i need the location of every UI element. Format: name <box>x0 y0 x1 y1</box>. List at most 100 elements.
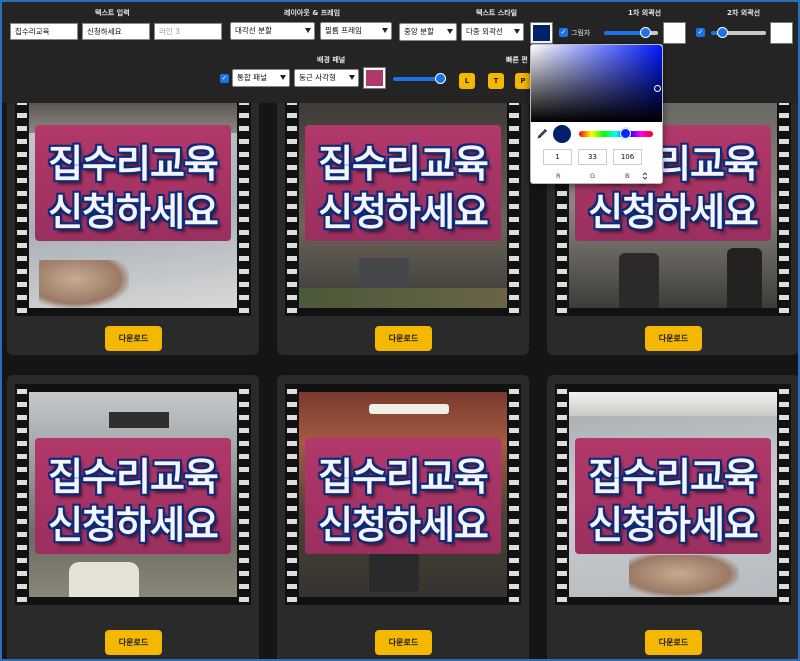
text-panel: 집수리교육 신청하세요 <box>35 438 231 554</box>
blue-label: B <box>625 172 630 180</box>
chevron-down-icon <box>280 75 286 80</box>
text-input-label: 텍스트 입력 <box>95 9 130 17</box>
text-color-swatch[interactable] <box>531 23 552 43</box>
panel-opacity-slider[interactable] <box>393 73 446 84</box>
panel-color-swatch[interactable] <box>364 68 385 88</box>
line3-input[interactable]: 라인 3 <box>154 23 222 40</box>
preview-card: 집수리교육 신청하세요 다운로드 <box>277 103 529 355</box>
outline1-label: 1차 외곽선 <box>628 9 662 17</box>
saturation-area[interactable] <box>531 45 662 122</box>
download-button[interactable]: 다운로드 <box>105 326 162 351</box>
shadow-label: 그림자 <box>571 29 591 37</box>
hand-shape <box>39 260 129 308</box>
outline-style-select[interactable]: 다중 외곽선 <box>461 23 524 41</box>
hue-slider[interactable] <box>579 128 653 139</box>
thumbnail-image: 집수리교육 신청하세요 <box>15 384 251 605</box>
color-picker-popup[interactable]: 1 33 106 R G B <box>530 44 663 184</box>
align-select-value: 중앙 분할 <box>404 27 434 36</box>
panel-opacity-slider-thumb[interactable] <box>435 73 446 84</box>
align-select[interactable]: 중앙 분할 <box>399 23 457 41</box>
thumbnail-image: 집수리교육 신청하세요 <box>555 384 791 605</box>
eyedropper-icon[interactable] <box>537 128 548 139</box>
outline2-slider-thumb[interactable] <box>717 27 728 38</box>
headline-line1: 집수리교육 <box>318 142 489 186</box>
mode-toggle-icon[interactable] <box>642 172 648 180</box>
chevron-down-icon <box>305 28 311 33</box>
outline1-slider[interactable] <box>604 27 658 38</box>
text-panel: 집수리교육 신청하세요 <box>35 125 231 241</box>
shadow-checkbox[interactable]: ✓ <box>559 28 568 37</box>
headline-line1: 집수리교육 <box>48 455 219 499</box>
headline-line1: 집수리교육 <box>318 455 489 499</box>
quick-l-button[interactable]: L <box>459 73 475 89</box>
preview-grid: 집수리교육 신청하세요 다운로드 집수리교육 신청하세요 다운로드 집수리교육 … <box>2 103 798 659</box>
film-holes <box>17 103 27 316</box>
headline-line2: 신청하세요 <box>318 503 489 547</box>
red-input[interactable]: 1 <box>543 149 572 165</box>
bg-panel-label: 배경 패널 <box>317 56 346 64</box>
line1-input[interactable]: 집수리교육 <box>10 23 78 40</box>
film-holes <box>239 384 249 605</box>
chevron-down-icon <box>349 75 355 80</box>
photo-background: 집수리교육 신청하세요 <box>29 392 237 597</box>
line2-input[interactable]: 신청하세요 <box>82 23 150 40</box>
panel-type-select-value: 통합 패널 <box>237 73 267 82</box>
preview-card: 집수리교육 신청하세요 다운로드 <box>7 375 259 659</box>
bg-panel-checkbox[interactable]: ✓ <box>220 74 229 83</box>
blue-input[interactable]: 106 <box>613 149 642 165</box>
outline2-color-swatch[interactable] <box>771 23 792 43</box>
green-input[interactable]: 33 <box>578 149 607 165</box>
film-holes <box>509 103 519 316</box>
outline2-checkbox[interactable]: ✓ <box>696 28 705 37</box>
chevron-down-icon <box>382 28 388 33</box>
headline-line1: 집수리교육 <box>588 455 759 499</box>
red-label: R <box>556 172 561 180</box>
thumbnail-image: 집수리교육 신청하세요 <box>15 103 251 316</box>
download-button[interactable]: 다운로드 <box>105 630 162 655</box>
green-label: G <box>590 172 596 180</box>
panel-type-select[interactable]: 통합 패널 <box>232 69 290 87</box>
thumbnail-image: 집수리교육 신청하세요 <box>285 103 521 316</box>
text-panel: 집수리교육 신청하세요 <box>575 438 771 554</box>
outline1-color-swatch[interactable] <box>664 23 685 43</box>
settings-toolbar: 텍스트 입력 집수리교육 신청하세요 라인 3 레이아웃 & 프레임 대각선 분… <box>2 2 798 103</box>
photo-background: 집수리교육 신청하세요 <box>299 392 507 597</box>
outline2-label: 2차 외곽선 <box>727 9 761 17</box>
download-button[interactable]: 다운로드 <box>375 326 432 351</box>
chevron-down-icon <box>447 29 453 34</box>
chevron-down-icon <box>514 29 520 34</box>
headline-line2: 신청하세요 <box>588 503 759 547</box>
outline-style-select-value: 다중 외곽선 <box>466 27 503 36</box>
film-holes <box>287 384 297 605</box>
frame-select[interactable]: 필름 프레임 <box>320 22 392 40</box>
quick-p-button[interactable]: P <box>515 73 531 89</box>
film-holes <box>17 384 27 605</box>
film-holes <box>779 384 789 605</box>
hand-shape <box>629 555 739 597</box>
outline1-slider-thumb[interactable] <box>640 27 651 38</box>
thumbnail-image: 집수리교육 신청하세요 <box>285 384 521 605</box>
headline-line2: 신청하세요 <box>318 190 489 234</box>
photo-background: 집수리교육 신청하세요 <box>29 103 237 308</box>
hue-slider-thumb[interactable] <box>620 128 631 139</box>
download-button[interactable]: 다운로드 <box>375 630 432 655</box>
headline-line2: 신청하세요 <box>48 190 219 234</box>
quick-t-button[interactable]: T <box>488 73 504 89</box>
preview-card: 집수리교육 신청하세요 다운로드 <box>547 375 798 659</box>
headline-line2: 신청하세요 <box>48 503 219 547</box>
panel-shape-select-value: 둥근 사각형 <box>299 73 336 82</box>
film-holes <box>239 103 249 316</box>
film-holes <box>509 384 519 605</box>
split-select[interactable]: 대각선 분할 <box>230 22 315 40</box>
split-select-value: 대각선 분할 <box>235 26 272 35</box>
panel-shape-select[interactable]: 둥근 사각형 <box>294 69 359 87</box>
outline2-slider[interactable] <box>711 27 766 38</box>
photo-background: 집수리교육 신청하세요 <box>569 392 777 597</box>
text-panel: 집수리교육 신청하세요 <box>305 125 501 241</box>
film-holes <box>557 384 567 605</box>
photo-background: 집수리교육 신청하세요 <box>299 103 507 308</box>
preview-card: 집수리교육 신청하세요 다운로드 <box>7 103 259 355</box>
download-button[interactable]: 다운로드 <box>645 630 702 655</box>
saturation-handle[interactable] <box>654 85 661 92</box>
download-button[interactable]: 다운로드 <box>645 326 702 351</box>
